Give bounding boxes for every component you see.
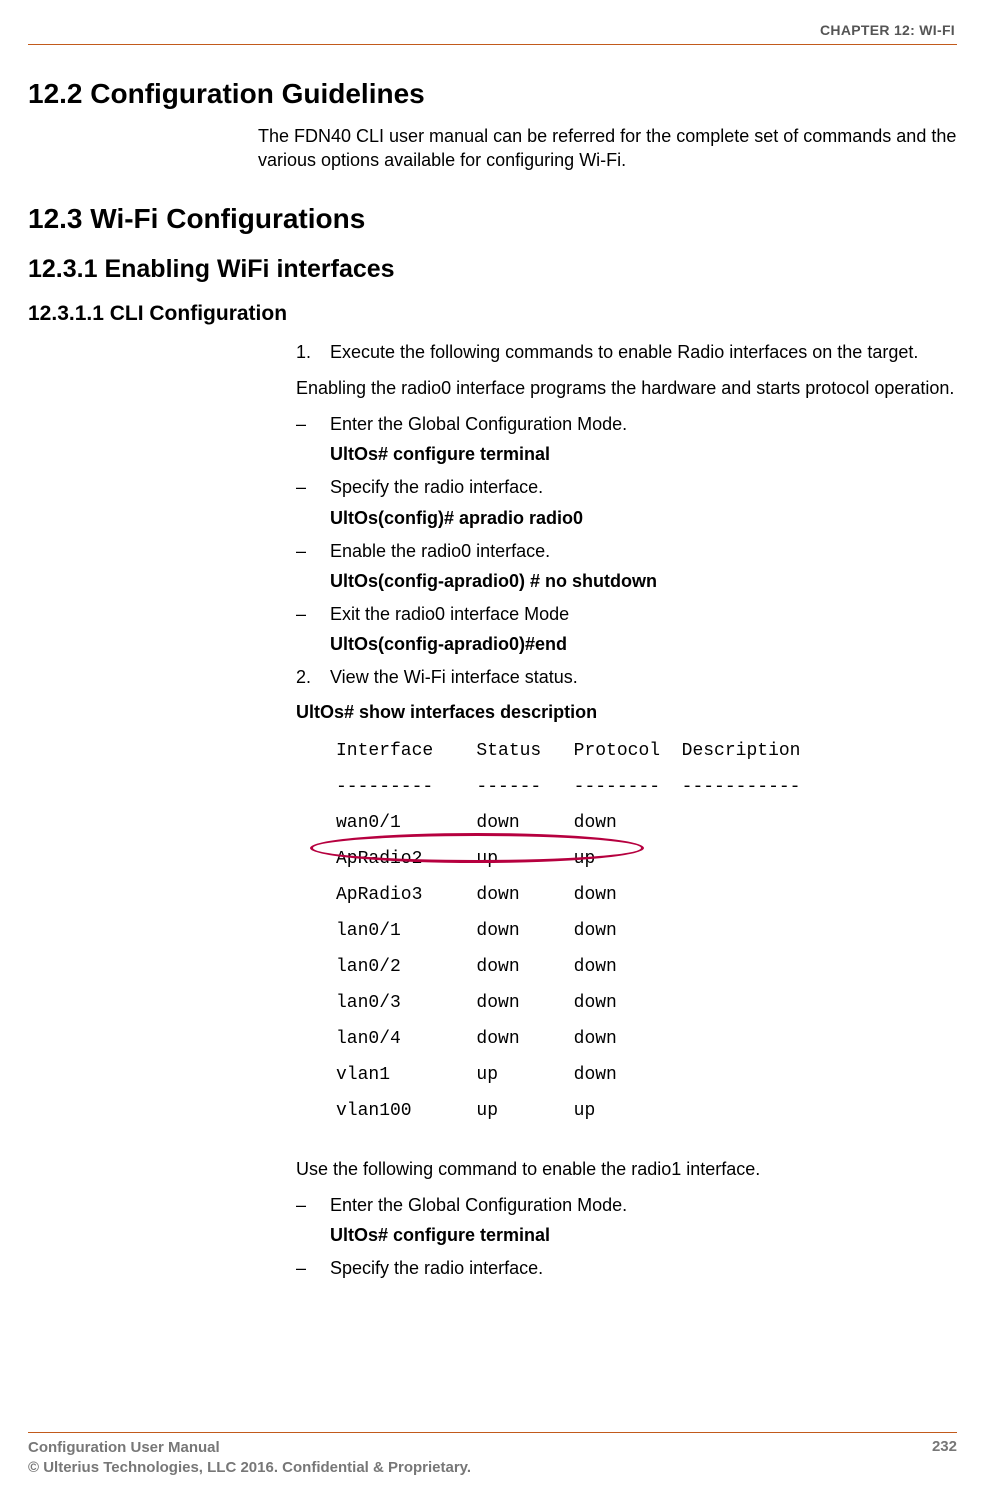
cli-data-row: vlan100 up up xyxy=(336,1093,957,1129)
dash-text: Specify the radio interface. xyxy=(330,475,957,499)
page-number: 232 xyxy=(932,1438,957,1477)
cli-command: UltOs# configure terminal xyxy=(330,444,957,465)
cli-data-row: lan0/4 down down xyxy=(336,1021,957,1057)
cli-data-row: vlan1 up down xyxy=(336,1057,957,1093)
footer-title: Configuration User Manual xyxy=(28,1438,471,1458)
dash-item: – Enter the Global Configuration Mode. xyxy=(296,1193,957,1217)
cli-data-row: ApRadio3 down down xyxy=(336,877,957,913)
page-header: CHAPTER 12: WI-FI xyxy=(0,0,985,44)
cli-command: UltOs# show interfaces description xyxy=(296,702,957,723)
step-2: 2. View the Wi-Fi interface status. xyxy=(296,665,957,689)
dash-item: – Exit the radio0 interface Mode xyxy=(296,602,957,626)
cli-command: UltOs(config-apradio0)#end xyxy=(330,634,957,655)
footer-copyright: © Ulterius Technologies, LLC 2016. Confi… xyxy=(28,1458,471,1478)
numbered-steps: 1. Execute the following commands to ena… xyxy=(296,340,957,1281)
step-number: 2. xyxy=(296,665,330,689)
step-1: 1. Execute the following commands to ena… xyxy=(296,340,957,364)
content-area: 12.2 Configuration Guidelines The FDN40 … xyxy=(0,45,985,1281)
cli-command: UltOs# configure terminal xyxy=(330,1225,957,1246)
cli-header-row: Interface Status Protocol Description xyxy=(336,733,957,769)
footer-left: Configuration User Manual © Ulterius Tec… xyxy=(28,1438,471,1477)
heading-12-2: 12.2 Configuration Guidelines xyxy=(28,78,957,110)
step-1-paragraph: Enabling the radio0 interface programs t… xyxy=(296,376,957,400)
cli-data-row: wan0/1 down down xyxy=(336,805,957,841)
page-footer: Configuration User Manual © Ulterius Tec… xyxy=(28,1438,957,1477)
step-text: View the Wi-Fi interface status. xyxy=(330,665,957,689)
heading-12-3-1-1: 12.3.1.1 CLI Configuration xyxy=(28,302,957,326)
cli-divider-row: --------- ------ -------- ----------- xyxy=(336,769,957,805)
dash-item: – Enter the Global Configuration Mode. xyxy=(296,412,957,436)
dash-icon: – xyxy=(296,602,330,626)
step-text: Execute the following commands to enable… xyxy=(330,340,957,364)
intro-paragraph-12-2: The FDN40 CLI user manual can be referre… xyxy=(258,124,957,173)
dash-item: – Specify the radio interface. xyxy=(296,475,957,499)
step-number: 1. xyxy=(296,340,330,364)
dash-text: Specify the radio interface. xyxy=(330,1256,957,1280)
after-cli-paragraph: Use the following command to enable the … xyxy=(296,1157,957,1181)
dash-list-1: – Enter the Global Configuration Mode. U… xyxy=(296,412,957,655)
cli-data-row: lan0/2 down down xyxy=(336,949,957,985)
cli-command: UltOs(config)# apradio radio0 xyxy=(330,508,957,529)
dash-item: – Specify the radio interface. xyxy=(296,1256,957,1280)
dash-item: – Enable the radio0 interface. xyxy=(296,539,957,563)
cli-output: Interface Status Protocol Description --… xyxy=(336,733,957,1129)
heading-12-3-1: 12.3.1 Enabling WiFi interfaces xyxy=(28,255,957,284)
dash-text: Enter the Global Configuration Mode. xyxy=(330,412,957,436)
dash-icon: – xyxy=(296,412,330,436)
dash-icon: – xyxy=(296,1193,330,1217)
dash-text: Exit the radio0 interface Mode xyxy=(330,602,957,626)
dash-icon: – xyxy=(296,539,330,563)
cli-data-row: ApRadio2 up up xyxy=(336,841,957,877)
bottom-rule xyxy=(28,1432,957,1433)
dash-icon: – xyxy=(296,475,330,499)
cli-data-row: lan0/3 down down xyxy=(336,985,957,1021)
cli-command: UltOs(config-apradio0) # no shutdown xyxy=(330,571,957,592)
cli-data-row: lan0/1 down down xyxy=(336,913,957,949)
dash-icon: – xyxy=(296,1256,330,1280)
dash-text: Enter the Global Configuration Mode. xyxy=(330,1193,957,1217)
heading-12-3: 12.3 Wi-Fi Configurations xyxy=(28,203,957,235)
dash-text: Enable the radio0 interface. xyxy=(330,539,957,563)
dash-list-2: – Enter the Global Configuration Mode. U… xyxy=(296,1193,957,1281)
